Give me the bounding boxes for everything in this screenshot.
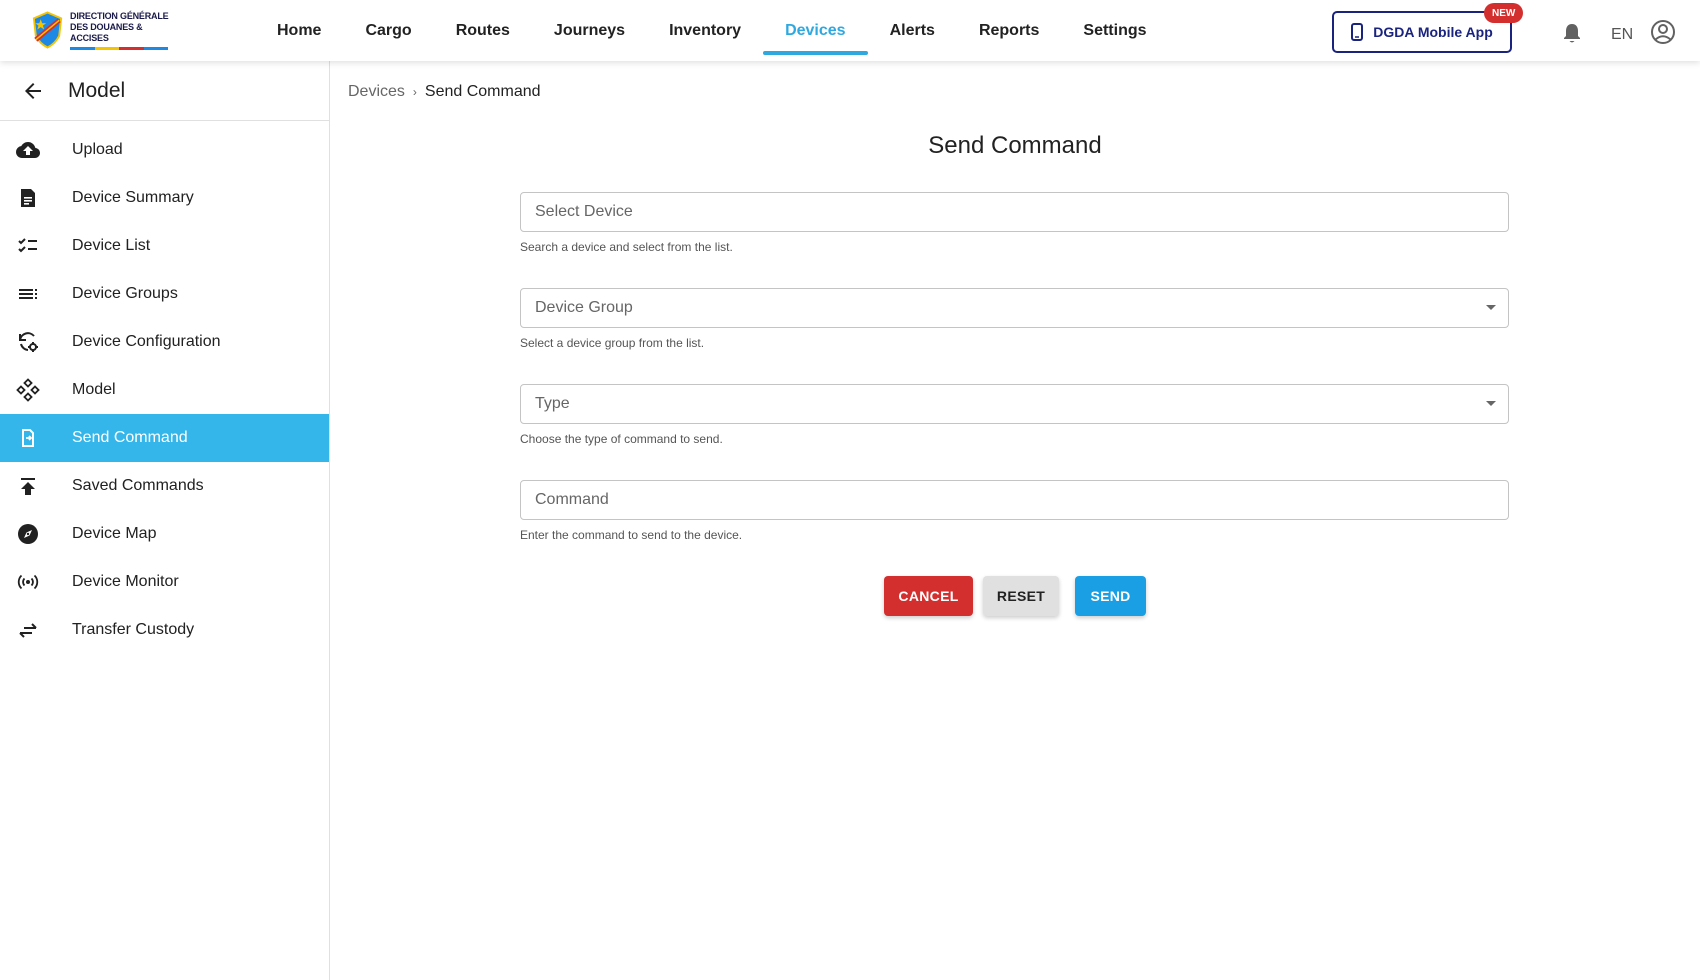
sidebar-item-label: Model [72, 381, 116, 398]
language-selector[interactable]: EN [1611, 26, 1633, 44]
command-box[interactable] [520, 480, 1509, 520]
breadcrumb: Devices › Send Command [348, 83, 541, 101]
transfer-icon [16, 618, 40, 642]
nav-routes[interactable]: Routes [434, 0, 532, 61]
command-helper: Enter the command to send to the device. [520, 528, 743, 542]
send-button[interactable]: SEND [1075, 576, 1146, 616]
compass-icon [16, 522, 40, 546]
reset-button[interactable]: RESET [983, 576, 1059, 616]
command-input[interactable] [535, 491, 1508, 509]
cancel-button[interactable]: CANCEL [884, 576, 973, 616]
sidebar-item-send-command[interactable]: Send Command [0, 414, 329, 462]
nav-cargo[interactable]: Cargo [343, 0, 433, 61]
dropdown-arrow-icon [1486, 305, 1496, 310]
sidebar-item-label: Transfer Custody [72, 621, 195, 638]
sidebar-item-label: Device Summary [72, 189, 194, 206]
sidebar-title: Model [68, 78, 126, 102]
device-group-field: Device Group Select a device group from … [520, 288, 1509, 350]
publish-icon [16, 474, 40, 498]
logo-line-1: DIRECTION GÉNÉRALE [70, 10, 169, 21]
sidebar-item-device-groups[interactable]: Device Groups [0, 270, 329, 318]
send-command-icon [16, 426, 40, 450]
sidebar-item-device-configuration[interactable]: Device Configuration [0, 318, 329, 366]
sidebar-header: Model [0, 61, 329, 121]
select-device-box[interactable] [520, 192, 1509, 232]
type-helper: Choose the type of command to send. [520, 432, 723, 446]
checklist-icon [16, 234, 40, 258]
nav-devices[interactable]: Devices [763, 0, 868, 61]
device-group-helper: Select a device group from the list. [520, 336, 705, 350]
sidebar-item-upload[interactable]: Upload [0, 126, 329, 174]
select-device-helper: Search a device and select from the list… [520, 240, 733, 254]
breadcrumb-devices[interactable]: Devices [348, 83, 405, 101]
sidebar-menu: Upload Device Summary Device List Device… [0, 121, 329, 654]
sidebar: Model Upload Device Summary Device List [0, 61, 330, 980]
config-icon [16, 330, 40, 354]
mobile-app-label: DGDA Mobile App [1373, 24, 1493, 40]
device-group-placeholder: Device Group [535, 299, 633, 316]
nav-inventory[interactable]: Inventory [647, 0, 763, 61]
select-device-input[interactable] [535, 203, 1508, 221]
model-icon [16, 378, 40, 402]
type-placeholder: Type [535, 395, 570, 412]
sidebar-item-label: Saved Commands [72, 477, 204, 494]
sidebar-item-saved-commands[interactable]: Saved Commands [0, 462, 329, 510]
nav-journeys[interactable]: Journeys [532, 0, 647, 61]
logo-line-2: DES DOUANES & ACCISES [70, 21, 143, 43]
sidebar-item-device-list[interactable]: Device List [0, 222, 329, 270]
select-device-field: Search a device and select from the list… [520, 192, 1509, 254]
account-circle-icon[interactable] [1650, 19, 1676, 45]
main-nav: Home Cargo Routes Journeys Inventory Dev… [255, 0, 1169, 61]
breadcrumb-separator: › [412, 85, 417, 99]
smartphone-icon [1351, 23, 1364, 41]
dgda-logo[interactable]: DIRECTION GÉNÉRALE DES DOUANES & ACCISES [30, 8, 180, 52]
breadcrumb-current: Send Command [424, 83, 541, 100]
logo-stripes [70, 46, 169, 50]
sidebar-item-label: Upload [72, 141, 123, 158]
arrow-back-icon[interactable] [21, 79, 45, 103]
new-badge: NEW [1484, 3, 1524, 23]
sidebar-item-label: Send Command [72, 429, 188, 446]
nav-alerts[interactable]: Alerts [868, 0, 957, 61]
sidebar-item-label: Device Map [72, 525, 157, 542]
cloud-upload-icon [16, 138, 40, 162]
sidebar-item-label: Device List [72, 237, 151, 254]
sidebar-item-model[interactable]: Model [0, 366, 329, 414]
list-icon [16, 282, 40, 306]
page-title: Send Command [928, 132, 1102, 159]
nav-home[interactable]: Home [255, 0, 343, 61]
dgda-emblem-icon [32, 11, 63, 49]
type-field: Type Choose the type of command to send. [520, 384, 1509, 446]
logo-text: DIRECTION GÉNÉRALE DES DOUANES & ACCISES [70, 11, 180, 50]
nav-settings[interactable]: Settings [1061, 0, 1168, 61]
sidebar-item-device-map[interactable]: Device Map [0, 510, 329, 558]
nav-reports[interactable]: Reports [957, 0, 1061, 61]
summary-icon [16, 186, 40, 210]
sidebar-item-device-summary[interactable]: Device Summary [0, 174, 329, 222]
type-select[interactable]: Type [520, 384, 1509, 424]
bell-icon[interactable] [1562, 22, 1582, 44]
command-field: Enter the command to send to the device. [520, 480, 1509, 542]
device-group-select[interactable]: Device Group [520, 288, 1509, 328]
top-bar: DIRECTION GÉNÉRALE DES DOUANES & ACCISES… [0, 0, 1700, 61]
dropdown-arrow-icon [1486, 401, 1496, 406]
sidebar-item-label: Device Groups [72, 285, 178, 302]
sidebar-item-label: Device Configuration [72, 333, 221, 350]
form-actions: CANCEL RESET SEND [0, 576, 1700, 616]
